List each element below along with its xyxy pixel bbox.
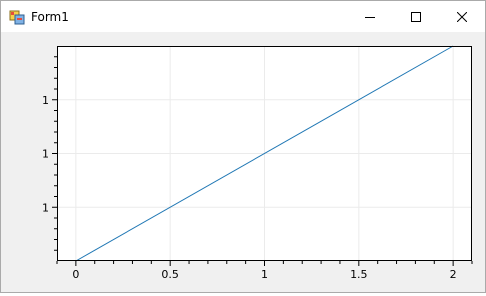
- title-bar[interactable]: Form1: [1, 1, 485, 32]
- y-tick-label: 1: [42, 94, 49, 107]
- close-button[interactable]: [439, 1, 485, 32]
- y-tick-label: 1: [42, 201, 49, 214]
- minimize-icon: [365, 16, 375, 18]
- minimize-button[interactable]: [347, 1, 393, 32]
- maximize-button[interactable]: [393, 1, 439, 32]
- form-client-area: 0 0.5 1 1.5 2 1 1 1: [1, 32, 485, 292]
- y-tick-label: 1: [42, 148, 49, 161]
- x-tick-label: 2: [450, 268, 457, 281]
- close-icon: [457, 11, 467, 22]
- x-tick-label: 1.5: [350, 268, 368, 281]
- line-chart: 0 0.5 1 1.5 2 1 1 1: [42, 45, 473, 281]
- maximize-icon: [411, 11, 421, 22]
- x-tick-label: 0.5: [161, 268, 179, 281]
- x-tick-label: 1: [261, 268, 268, 281]
- app-icon: [9, 10, 25, 25]
- app-window: Form1 0 0.5 1 1.5 2 1 1 1: [0, 0, 486, 293]
- window-title: Form1: [31, 10, 69, 24]
- x-tick-label: 0: [72, 268, 79, 281]
